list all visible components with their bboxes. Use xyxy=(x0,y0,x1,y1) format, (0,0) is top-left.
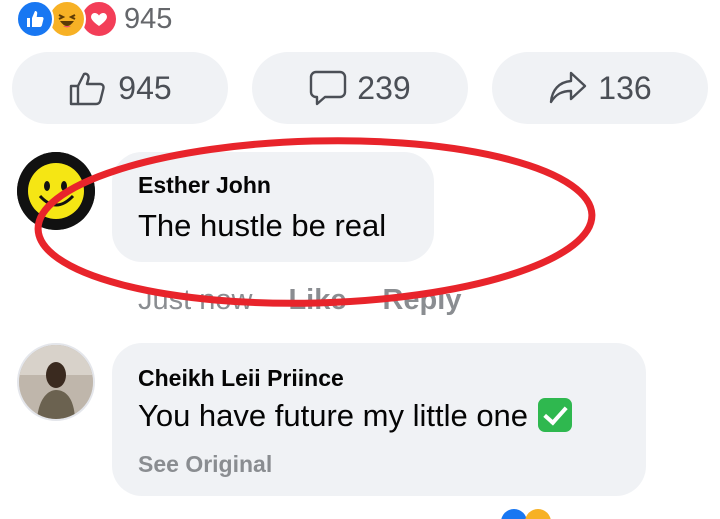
see-original-link[interactable]: See Original xyxy=(138,451,272,478)
comment-author[interactable]: Esther John xyxy=(138,172,271,199)
like-count: 945 xyxy=(118,69,172,106)
comment-bubble: Cheikh Leii Priince You have future my l… xyxy=(112,343,646,496)
share-count: 136 xyxy=(598,69,652,106)
smiley-icon xyxy=(17,152,95,230)
like-link[interactable]: Like xyxy=(288,284,346,317)
comment-bubble: Esther John The hustle be real xyxy=(112,152,434,262)
comment-meta: Just now Like Reply xyxy=(138,280,461,320)
profile-photo-icon xyxy=(19,345,93,419)
avatar[interactable] xyxy=(17,343,95,421)
reaction-summary[interactable]: 945 xyxy=(16,0,172,38)
share-arrow-icon xyxy=(550,71,587,104)
comment-count: 239 xyxy=(357,69,411,106)
post-actions: 945 239 136 xyxy=(0,52,720,124)
comment-button[interactable]: 239 xyxy=(252,52,468,124)
comment-text: You have future my little one xyxy=(138,398,573,434)
reaction-count: 945 xyxy=(124,2,173,35)
thumbs-up-icon xyxy=(70,72,106,106)
avatar[interactable] xyxy=(17,152,95,230)
comment-text: The hustle be real xyxy=(138,208,387,243)
comment-time: Just now xyxy=(138,283,253,316)
comment-author[interactable]: Cheikh Leii Priince xyxy=(138,365,344,392)
reply-link[interactable]: Reply xyxy=(382,284,461,317)
thumbs-up-icon xyxy=(16,0,54,38)
check-mark-icon xyxy=(538,398,573,432)
comment-bubble-icon xyxy=(310,70,347,106)
like-button[interactable]: 945 xyxy=(12,52,228,124)
share-button[interactable]: 136 xyxy=(492,52,708,124)
comment-reaction-icons xyxy=(501,509,551,519)
